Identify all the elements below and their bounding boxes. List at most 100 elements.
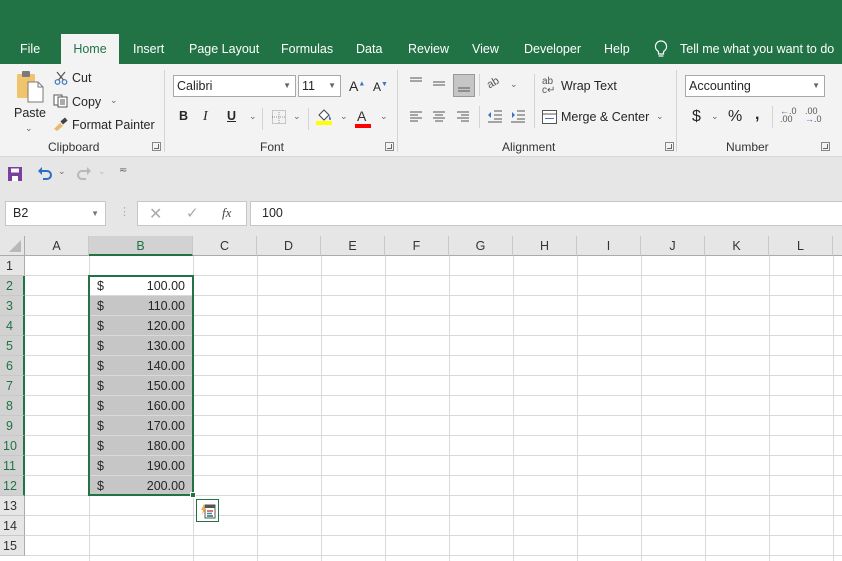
- font-color-chevron-icon[interactable]: ⌄: [380, 111, 388, 122]
- formula-bar-grip-icon[interactable]: ⋮: [119, 205, 130, 218]
- font-size-combo[interactable]: 11 ▼: [298, 75, 341, 97]
- separator: [676, 70, 677, 152]
- tab-insert[interactable]: Insert: [125, 34, 172, 64]
- alignment-group-label: Alignment: [502, 140, 556, 154]
- gridline-vertical: [769, 256, 770, 561]
- formula-input[interactable]: 100: [250, 201, 842, 226]
- align-right-icon[interactable]: [456, 111, 470, 123]
- copy-chevron-icon[interactable]: ⌄: [110, 95, 118, 106]
- fill-handle[interactable]: [190, 492, 196, 498]
- decrease-decimal-icon[interactable]: .00 →.0: [805, 107, 822, 124]
- font-color-swatch: [355, 124, 371, 128]
- scissors-icon: [54, 71, 68, 85]
- row-header-10[interactable]: 10: [0, 436, 25, 456]
- top-align-icon[interactable]: [409, 77, 423, 87]
- decrease-font-size-icon[interactable]: A▼: [373, 80, 388, 94]
- tab-developer[interactable]: Developer: [516, 34, 589, 64]
- merge-center-chevron-icon[interactable]: ⌄: [656, 111, 664, 122]
- orientation-icon[interactable]: ab: [485, 75, 502, 92]
- tab-view[interactable]: View: [464, 34, 507, 64]
- borders-icon[interactable]: [272, 110, 286, 124]
- row-header-5[interactable]: 5: [0, 336, 25, 356]
- row-header-15[interactable]: 15: [0, 536, 25, 556]
- row-header-12[interactable]: 12: [0, 476, 25, 496]
- row-header-7[interactable]: 7: [0, 376, 25, 396]
- customize-toolbar-icon[interactable]: ≂: [119, 165, 127, 176]
- alignment-launcher-icon[interactable]: [665, 142, 674, 151]
- row-header-8[interactable]: 8: [0, 396, 25, 416]
- undo-chevron-icon[interactable]: ⌄: [58, 166, 66, 177]
- wrap-text-icon: ab c↵: [542, 76, 556, 96]
- percent-style-button[interactable]: %: [728, 108, 742, 126]
- column-header-c[interactable]: C: [193, 236, 257, 256]
- fill-color-icon[interactable]: [316, 107, 334, 125]
- accounting-format-button[interactable]: $: [692, 108, 701, 126]
- column-header-partial[interactable]: [833, 236, 842, 256]
- tab-formulas[interactable]: Formulas: [273, 34, 341, 64]
- tab-data[interactable]: Data: [348, 34, 390, 64]
- row-header-6[interactable]: 6: [0, 356, 25, 376]
- tab-home[interactable]: Home: [61, 34, 119, 64]
- align-left-icon[interactable]: [409, 111, 423, 123]
- font-name-combo[interactable]: Calibri ▼: [173, 75, 296, 97]
- insert-function-button[interactable]: fx: [222, 205, 231, 221]
- column-header-k[interactable]: K: [705, 236, 769, 256]
- bottom-align-button[interactable]: [453, 74, 475, 97]
- tab-page-layout[interactable]: Page Layout: [181, 34, 267, 64]
- save-icon[interactable]: [8, 167, 22, 181]
- accounting-chevron-icon[interactable]: ⌄: [711, 111, 719, 122]
- increase-decimal-icon[interactable]: ←.0.00: [780, 107, 797, 124]
- tab-file[interactable]: File: [12, 34, 48, 64]
- quick-analysis-button[interactable]: [196, 499, 219, 522]
- fill-color-chevron-icon[interactable]: ⌄: [340, 111, 348, 122]
- tell-me-search[interactable]: Tell me what you want to do: [654, 34, 834, 64]
- column-header-h[interactable]: H: [513, 236, 577, 256]
- decrease-indent-icon[interactable]: [487, 110, 503, 123]
- select-all-button[interactable]: [0, 236, 25, 256]
- row-header-11[interactable]: 11: [0, 456, 25, 476]
- column-header-j[interactable]: J: [641, 236, 705, 256]
- row-header-4[interactable]: 4: [0, 316, 25, 336]
- name-box[interactable]: B2 ▼: [5, 201, 106, 226]
- borders-chevron-icon[interactable]: ⌄: [293, 111, 301, 122]
- number-format-combo[interactable]: Accounting ▼: [685, 75, 825, 97]
- gridline-vertical: [385, 256, 386, 561]
- row-header-9[interactable]: 9: [0, 416, 25, 436]
- tab-review[interactable]: Review: [400, 34, 457, 64]
- italic-button[interactable]: I: [203, 109, 208, 125]
- row-header-3[interactable]: 3: [0, 296, 25, 316]
- font-launcher-icon[interactable]: [385, 142, 394, 151]
- row-header-14[interactable]: 14: [0, 516, 25, 536]
- column-header-i[interactable]: I: [577, 236, 641, 256]
- align-center-icon[interactable]: [432, 111, 446, 123]
- font-group-label: Font: [260, 140, 285, 154]
- increase-indent-icon[interactable]: [510, 110, 526, 123]
- orientation-chevron-icon[interactable]: ⌄: [510, 79, 518, 90]
- redo-chevron-icon[interactable]: ⌄: [98, 166, 106, 177]
- underline-button[interactable]: U: [227, 109, 236, 123]
- comma-style-button[interactable]: ,: [755, 106, 759, 124]
- gridline-vertical: [321, 256, 322, 561]
- column-header-f[interactable]: F: [385, 236, 449, 256]
- middle-align-icon[interactable]: [432, 80, 446, 90]
- row-header-13[interactable]: 13: [0, 496, 25, 516]
- cancel-icon[interactable]: ✕: [149, 204, 162, 224]
- redo-icon[interactable]: [76, 166, 92, 180]
- bold-button[interactable]: B: [179, 109, 188, 123]
- column-header-b[interactable]: B: [89, 236, 193, 256]
- enter-icon[interactable]: ✓: [186, 204, 199, 222]
- column-header-a[interactable]: A: [25, 236, 89, 256]
- clipboard-launcher-icon[interactable]: [152, 142, 161, 151]
- row-header-2[interactable]: 2: [0, 276, 25, 296]
- column-header-g[interactable]: G: [449, 236, 513, 256]
- number-launcher-icon[interactable]: [821, 142, 830, 151]
- undo-icon[interactable]: [37, 166, 53, 180]
- column-header-l[interactable]: L: [769, 236, 833, 256]
- increase-font-size-icon[interactable]: A▲: [349, 78, 365, 94]
- column-header-e[interactable]: E: [321, 236, 385, 256]
- tab-help[interactable]: Help: [596, 34, 638, 64]
- underline-chevron-icon[interactable]: ⌄: [249, 111, 257, 122]
- column-header-d[interactable]: D: [257, 236, 321, 256]
- row-header-1[interactable]: 1: [0, 256, 25, 276]
- paste-icon: [17, 71, 44, 103]
